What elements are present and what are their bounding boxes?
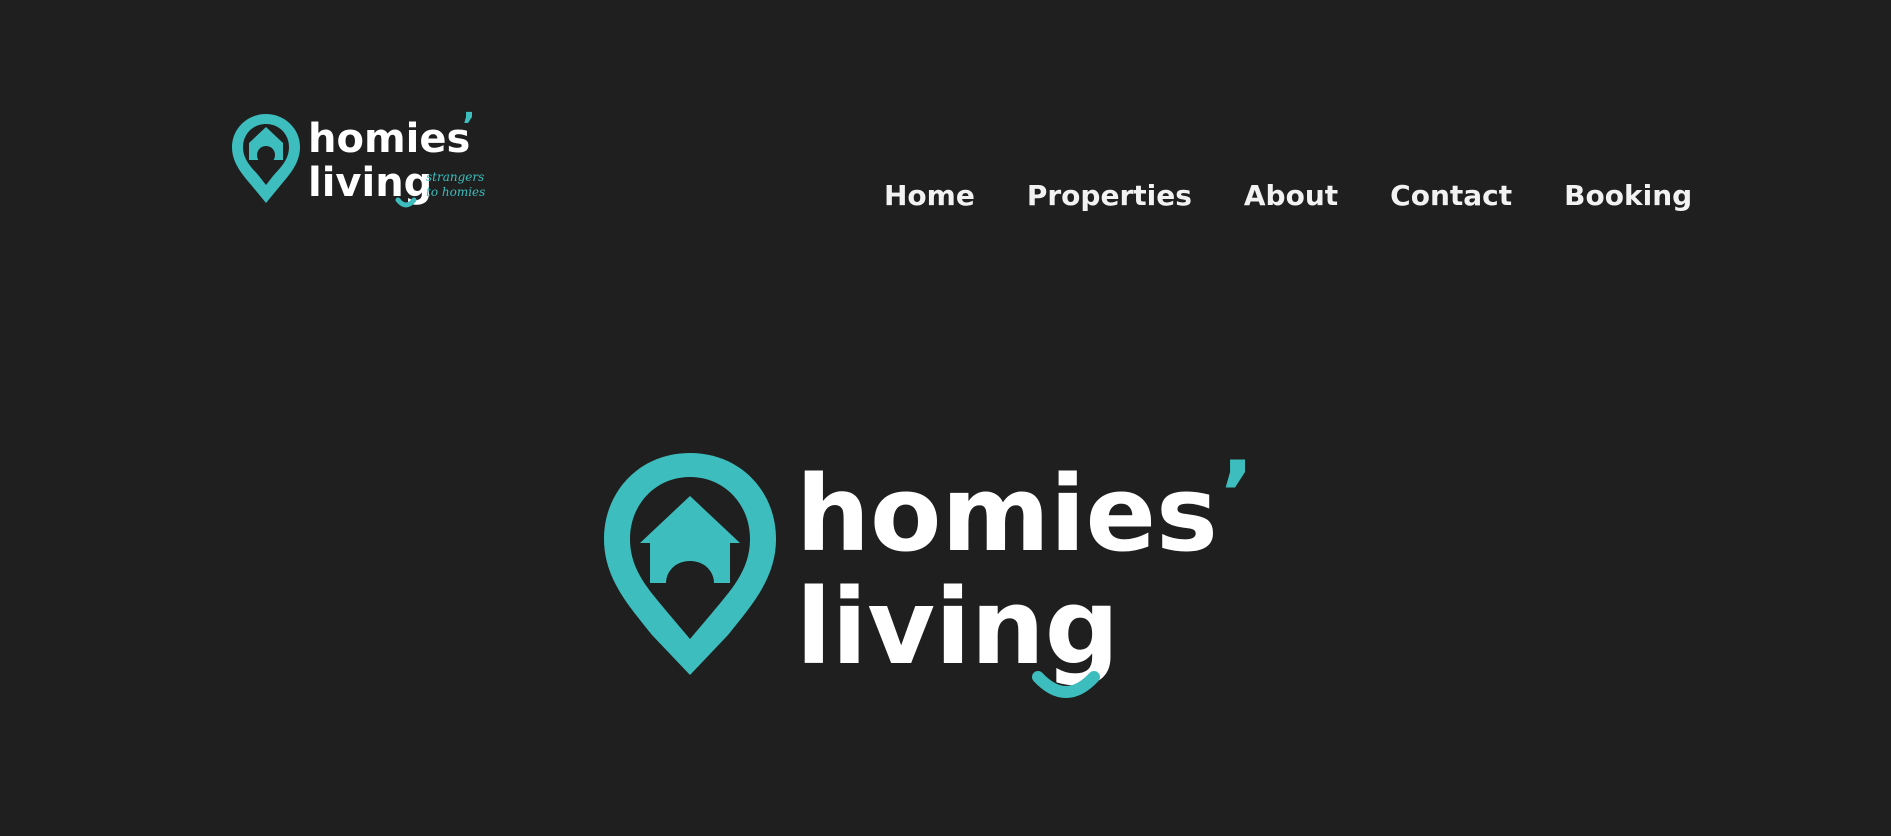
header-logo[interactable]: homies ’ living strangers to homies [230, 110, 490, 215]
nav-item-home[interactable]: Home [884, 176, 975, 216]
hero-logo-line2: living [796, 566, 1119, 688]
nav-item-about[interactable]: About [1244, 176, 1338, 216]
hero-logo: homies ’ living [604, 445, 1254, 698]
location-pin-house-icon [232, 114, 300, 203]
location-pin-house-icon [604, 453, 776, 675]
nav-item-properties[interactable]: Properties [1027, 176, 1192, 216]
header-logo-tagline-line2: to homies [426, 185, 485, 199]
main-nav: Home Properties About Contact Booking [884, 176, 1692, 216]
header-logo-line1: homies [308, 116, 470, 162]
nav-item-booking[interactable]: Booking [1564, 176, 1692, 216]
header-logo-tagline-line1: strangers [426, 170, 484, 184]
header-logo-apostrophe: ’ [462, 110, 476, 147]
hero-logo-line1: homies [796, 453, 1218, 575]
hero-logo-apostrophe: ’ [1220, 445, 1254, 547]
nav-item-contact[interactable]: Contact [1390, 176, 1512, 216]
page: homies ’ living strangers to homies Home… [0, 0, 1891, 836]
